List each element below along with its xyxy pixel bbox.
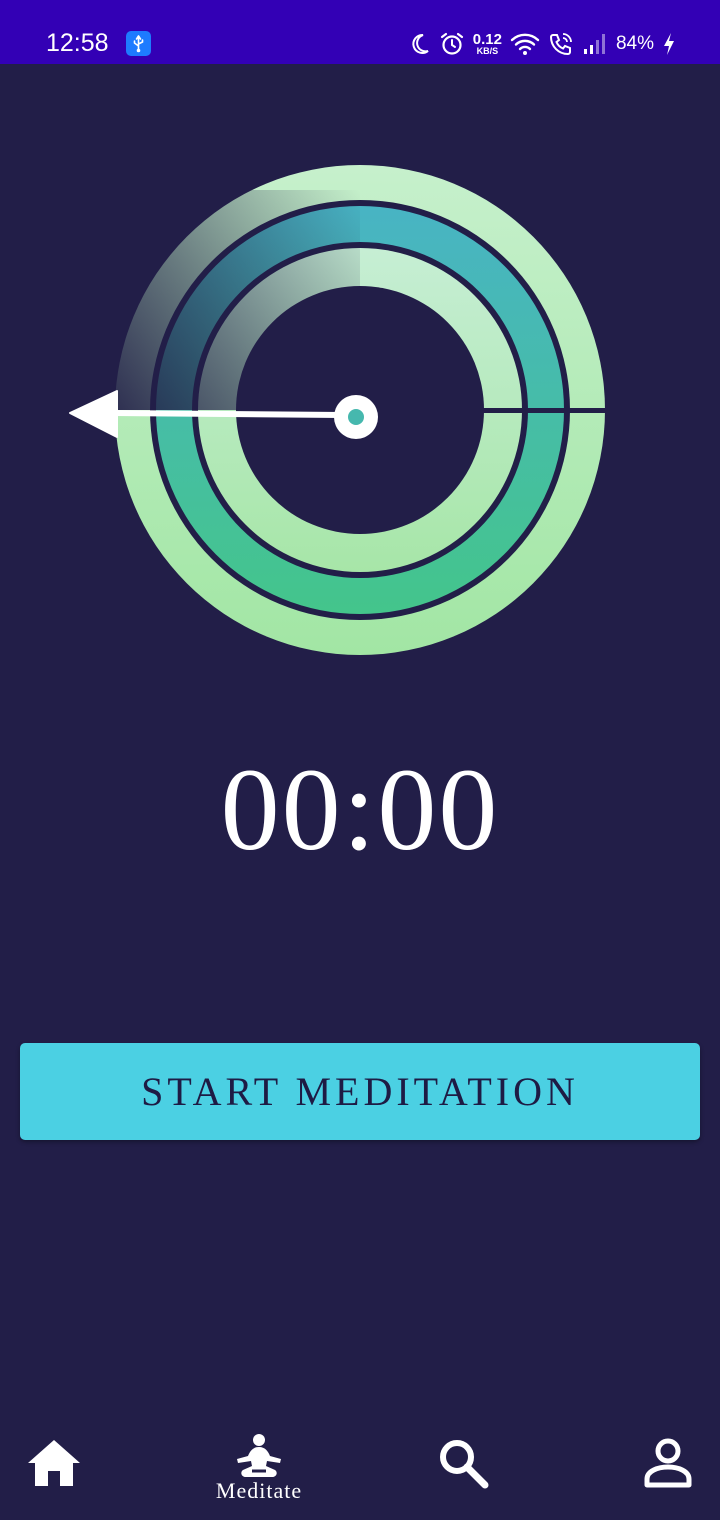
network-speed-unit: KB/S: [476, 46, 499, 56]
meditate-icon: [237, 1434, 281, 1477]
status-time: 12:58: [46, 29, 109, 57]
status-icons: 0.12 KB/S 84%: [409, 29, 676, 59]
network-speed-value: 0.12: [472, 31, 502, 48]
alarm-icon: [440, 32, 463, 55]
charging-icon: [664, 33, 674, 55]
dial-marker-line: [472, 408, 620, 413]
nav-meditate[interactable]: Meditate: [206, 1420, 312, 1520]
meditation-screen: 12:58 0.12 KB/S 84% 00:00 START MEDITATI…: [0, 0, 720, 1520]
moon-icon: [412, 33, 429, 54]
nav-search[interactable]: [436, 1420, 492, 1520]
nav-meditate-label: Meditate: [215, 1478, 303, 1503]
wifi-call-icon: [549, 33, 572, 56]
battery-level: 84%: [615, 33, 654, 54]
dial-sweep: [0, 190, 360, 410]
wifi-icon: [510, 33, 540, 55]
usb-icon: [126, 31, 151, 56]
nav-home[interactable]: [26, 1420, 82, 1520]
signal-icon: [583, 34, 605, 54]
start-meditation-button[interactable]: START MEDITATION: [20, 1043, 700, 1140]
bottom-nav: Meditate: [0, 1420, 720, 1520]
search-icon: [440, 1440, 489, 1489]
nav-profile[interactable]: [640, 1420, 696, 1520]
dial-needle: [109, 410, 345, 418]
status-bar: 12:58 0.12 KB/S 84%: [0, 0, 720, 64]
network-speed: 0.12 KB/S: [473, 32, 502, 56]
meditation-dial[interactable]: [0, 140, 720, 680]
profile-icon: [644, 1438, 692, 1488]
timer-display: 00:00: [220, 744, 500, 875]
home-icon: [28, 1440, 80, 1486]
